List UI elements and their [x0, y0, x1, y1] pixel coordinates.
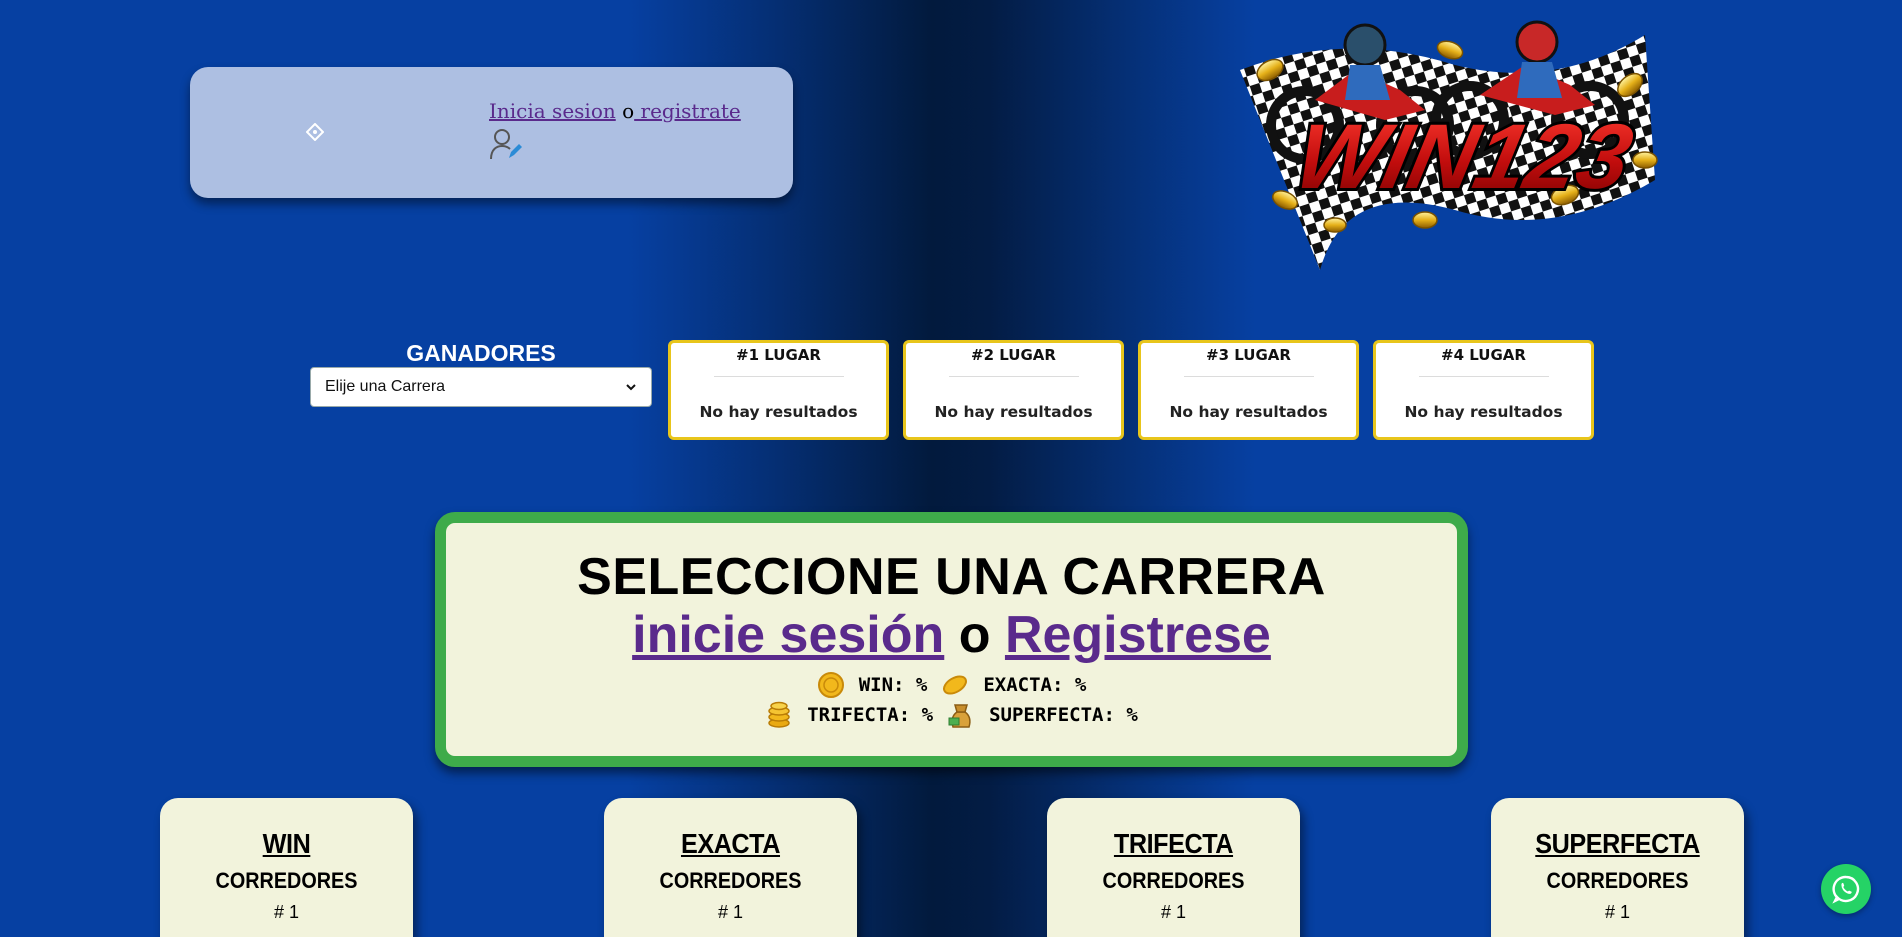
- bet-title: EXACTA: [680, 828, 781, 859]
- place-card-4: #4 LUGAR No hay resultados: [1373, 340, 1594, 440]
- bet-subtitle: CORREDORES: [215, 868, 358, 893]
- odds-superfecta-label: SUPERFECTA: %: [989, 704, 1138, 726]
- bet-runner-number: # 1: [1604, 902, 1631, 922]
- bet-title: SUPERFECTA: [1535, 828, 1700, 859]
- odds-trifecta: TRIFECTA: %: [765, 701, 933, 729]
- bet-subtitle: CORREDORES: [1546, 868, 1689, 893]
- coin-stack-icon: [768, 701, 790, 728]
- odds-superfecta: SUPERFECTA: %: [947, 701, 1138, 729]
- banner-register-link[interactable]: Registrese: [1005, 606, 1271, 664]
- odds-win: WIN: %: [817, 671, 928, 699]
- divider: [1183, 376, 1314, 377]
- place-result: No hay resultados: [1169, 403, 1328, 421]
- banner-separator: o: [958, 606, 991, 664]
- place-card-1: #1 LUGAR No hay resultados: [668, 340, 889, 440]
- bet-subtitle: CORREDORES: [1102, 868, 1245, 893]
- whatsapp-icon: [1832, 875, 1860, 904]
- bet-subtitle: CORREDORES: [659, 868, 802, 893]
- banner-title: SELECCIONE UNA CARRERA: [577, 548, 1326, 606]
- banner-links: inicie sesión o Registrese: [446, 606, 1457, 664]
- odds-row-2: TRIFECTA: % SUPERFECTA: %: [446, 700, 1457, 730]
- race-select-value: Elije una Carrera: [325, 378, 446, 395]
- chevron-down-icon: [626, 384, 636, 391]
- win123-logo: WIN123: [1240, 20, 1658, 270]
- bet-card-exacta: EXACTA CORREDORES # 1: [604, 798, 857, 937]
- bet-runner-number: # 1: [273, 902, 300, 922]
- winners-title: GANADORES: [406, 340, 556, 366]
- money-bag-icon: [948, 704, 971, 728]
- bet-card-trifecta: TRIFECTA CORREDORES # 1: [1047, 798, 1300, 937]
- whatsapp-button[interactable]: [1821, 864, 1871, 914]
- place-title: #2 LUGAR: [971, 346, 1056, 364]
- odds-trifecta-label: TRIFECTA: %: [807, 704, 934, 726]
- divider: [948, 376, 1079, 377]
- bet-title: WIN: [262, 828, 311, 859]
- bet-card-superfecta: SUPERFECTA CORREDORES # 1: [1491, 798, 1744, 937]
- place-title: #3 LUGAR: [1206, 346, 1291, 364]
- place-title: #1 LUGAR: [736, 346, 821, 364]
- place-result: No hay resultados: [934, 403, 1093, 421]
- pill-coin-icon: [943, 675, 968, 695]
- diamond-icon: [306, 123, 324, 141]
- user-edit-icon[interactable]: [489, 127, 523, 161]
- place-result: No hay resultados: [699, 403, 858, 421]
- place-title: #4 LUGAR: [1441, 346, 1526, 364]
- bet-runner-number: # 1: [1160, 902, 1187, 922]
- login-separator: o: [622, 99, 635, 123]
- divider: [713, 376, 844, 377]
- odds-row-1: WIN: % EXACTA: %: [446, 670, 1457, 700]
- select-race-banner: SELECCIONE UNA CARRERA inicie sesión o R…: [435, 512, 1468, 767]
- logo-text: WIN123: [1287, 105, 1641, 208]
- odds-exacta-label: EXACTA: %: [983, 674, 1087, 696]
- bet-runner-number: # 1: [717, 902, 744, 922]
- register-link[interactable]: registrate: [634, 99, 741, 123]
- place-result: No hay resultados: [1404, 403, 1563, 421]
- bet-title: TRIFECTA: [1113, 828, 1234, 859]
- banner-login-link[interactable]: inicie sesión: [632, 606, 944, 664]
- odds-win-label: WIN: %: [858, 674, 928, 696]
- divider: [1418, 376, 1549, 377]
- place-card-3: #3 LUGAR No hay resultados: [1138, 340, 1359, 440]
- bet-card-win: WIN CORREDORES # 1: [160, 798, 413, 937]
- login-panel: Inicia sesion o registrate: [190, 67, 793, 198]
- login-link[interactable]: Inicia sesion: [489, 99, 616, 123]
- login-links: Inicia sesion o registrate: [489, 99, 741, 123]
- odds-exacta: EXACTA: %: [941, 671, 1086, 699]
- place-card-2: #2 LUGAR No hay resultados: [903, 340, 1124, 440]
- race-select[interactable]: Elije una Carrera: [310, 367, 652, 407]
- coin-icon: [817, 672, 844, 698]
